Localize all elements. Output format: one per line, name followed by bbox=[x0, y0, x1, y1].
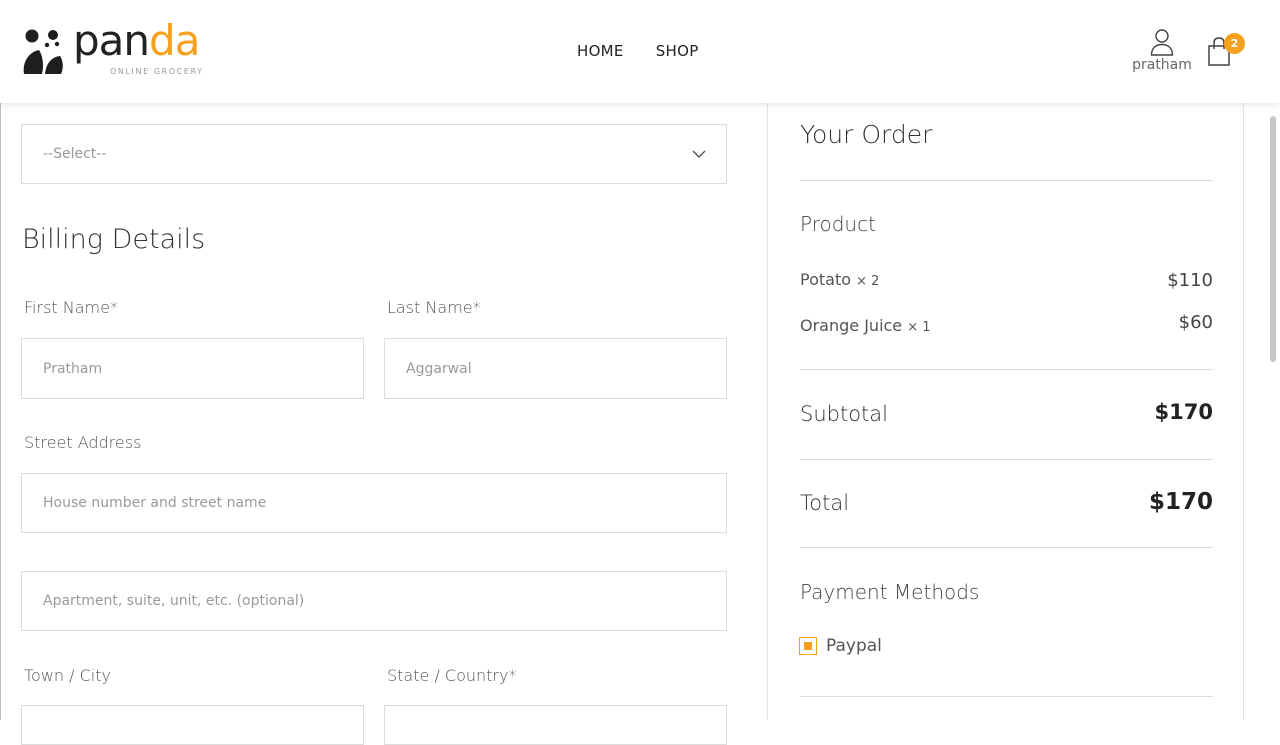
region-select-value: --Select-- bbox=[43, 146, 107, 162]
first-name-label: First Name* bbox=[24, 298, 118, 317]
item-name-text: Potato bbox=[800, 270, 852, 289]
item-qty-text: × 1 bbox=[907, 320, 931, 335]
site-header: panda ONLINE GROCERY HOME SHOP pratham 2 bbox=[0, 0, 1280, 103]
paypal-radio[interactable] bbox=[799, 637, 817, 655]
panda-logo-icon bbox=[23, 29, 63, 74]
total-value: $170 bbox=[1148, 489, 1213, 515]
brand-wordmark: panda bbox=[73, 20, 200, 62]
item-qty-text: × 2 bbox=[856, 274, 880, 289]
last-name-label: Last Name* bbox=[387, 298, 481, 317]
brand-tagline: ONLINE GROCERY bbox=[110, 67, 204, 76]
billing-details-title: Billing Details bbox=[22, 224, 206, 255]
brand-wordmark-part2: da bbox=[149, 16, 200, 65]
user-name: pratham bbox=[1132, 57, 1192, 73]
brand-wordmark-part1: pan bbox=[73, 16, 150, 65]
state-country-label: State / Country* bbox=[387, 666, 517, 685]
first-name-field[interactable]: Pratham bbox=[21, 338, 364, 399]
street-address-line1-field[interactable]: House number and street name bbox=[21, 473, 727, 533]
order-item-price: $110 bbox=[1167, 270, 1213, 291]
nav-shop-link[interactable]: SHOP bbox=[656, 42, 699, 60]
order-item-price: $60 bbox=[1178, 312, 1213, 333]
street-address-line2-field[interactable]: Apartment, suite, unit, etc. (optional) bbox=[21, 571, 727, 631]
street-address-label: Street Address bbox=[24, 433, 142, 452]
order-item-name: Potato × 2 bbox=[800, 270, 879, 289]
order-item-name: Orange Juice × 1 bbox=[800, 316, 931, 335]
street-line2-placeholder: Apartment, suite, unit, etc. (optional) bbox=[43, 593, 305, 609]
user-icon bbox=[1150, 29, 1174, 56]
state-country-field[interactable] bbox=[384, 705, 727, 745]
total-label: Total bbox=[800, 491, 850, 515]
subtotal-value: $170 bbox=[1154, 400, 1213, 424]
region-select[interactable]: --Select-- bbox=[21, 124, 727, 184]
divider bbox=[800, 369, 1213, 370]
page-scrollbar[interactable] bbox=[1270, 116, 1276, 362]
cart-count-badge: 2 bbox=[1224, 33, 1245, 54]
chevron-down-icon bbox=[692, 150, 706, 158]
brand-logo[interactable]: panda ONLINE GROCERY bbox=[20, 20, 210, 80]
divider bbox=[800, 459, 1213, 460]
radio-selected-dot bbox=[804, 642, 812, 650]
town-city-field[interactable] bbox=[21, 705, 364, 745]
paypal-label[interactable]: Paypal bbox=[826, 636, 882, 656]
divider bbox=[800, 696, 1213, 697]
last-name-field[interactable]: Aggarwal bbox=[384, 338, 727, 399]
user-account[interactable]: pratham bbox=[1130, 28, 1194, 73]
page-left-border bbox=[0, 0, 1, 720]
payment-methods-title: Payment Methods bbox=[800, 580, 980, 604]
product-column-header: Product bbox=[800, 212, 876, 236]
divider bbox=[800, 180, 1213, 181]
main-nav: HOME SHOP bbox=[577, 42, 699, 60]
town-city-label: Town / City bbox=[24, 666, 111, 685]
divider bbox=[800, 547, 1213, 548]
item-name-text: Orange Juice bbox=[800, 316, 903, 335]
your-order-title: Your Order bbox=[800, 120, 933, 149]
first-name-placeholder: Pratham bbox=[43, 360, 103, 377]
subtotal-label: Subtotal bbox=[800, 402, 888, 426]
last-name-placeholder: Aggarwal bbox=[406, 360, 472, 377]
street-line1-placeholder: House number and street name bbox=[43, 495, 267, 511]
cart-button[interactable]: 2 bbox=[1206, 33, 1246, 69]
nav-home-link[interactable]: HOME bbox=[577, 42, 624, 60]
